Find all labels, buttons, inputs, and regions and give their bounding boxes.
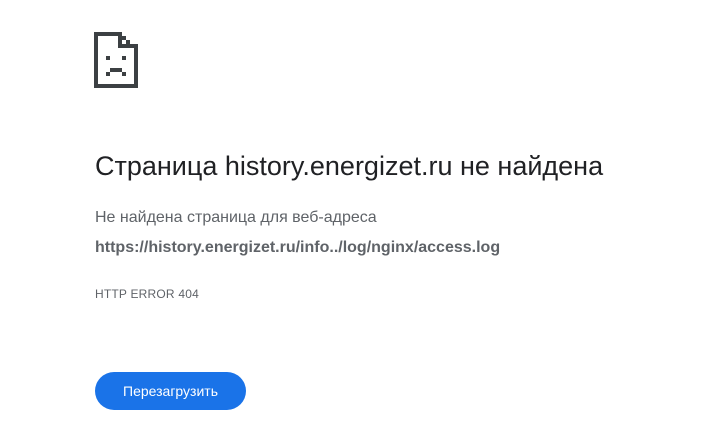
requested-url: https://history.energizet.ru/info../log/… (95, 239, 501, 256)
error-description: Не найдена страница для веб-адреса (95, 209, 377, 226)
page-title: Страница history.energizet.ru не найдена (95, 151, 604, 181)
error-code: HTTP ERROR 404 (95, 287, 199, 301)
sad-page-icon (94, 32, 142, 88)
reload-button[interactable]: Перезагрузить (95, 372, 246, 410)
